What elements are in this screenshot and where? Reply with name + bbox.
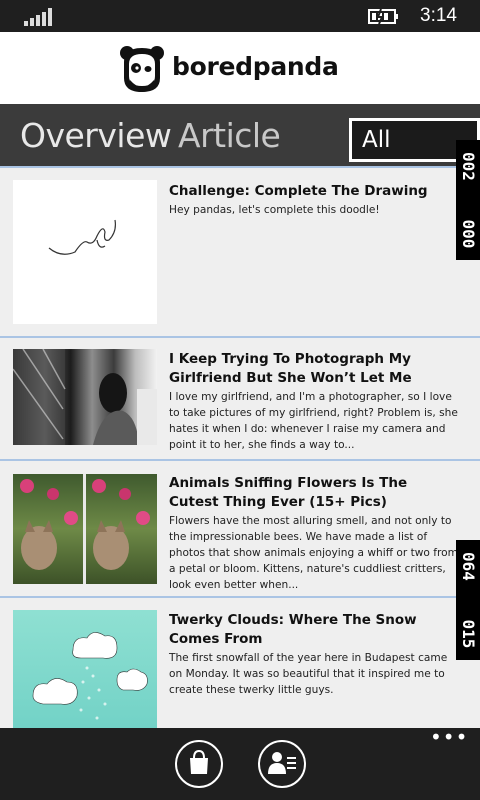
- kitten-flowers-image: [20, 474, 150, 584]
- status-clock: 3:14: [420, 5, 457, 26]
- side-counter: 064 015: [456, 540, 480, 660]
- list-item[interactable]: I Keep Trying To Photograph My Girlfrien…: [0, 336, 480, 459]
- more-options-icon[interactable]: •••: [430, 727, 467, 747]
- list-item[interactable]: Challenge: Complete The Drawing Hey pand…: [0, 166, 480, 336]
- profile-list-icon: [268, 752, 296, 774]
- item-title: I Keep Trying To Photograph My Girlfrien…: [169, 351, 412, 386]
- profile-button[interactable]: [258, 740, 306, 788]
- status-bar: 3:14: [0, 0, 480, 32]
- panda-logo-icon: [120, 46, 164, 92]
- battery-charging-icon: [368, 8, 398, 25]
- tab-article[interactable]: Article: [178, 116, 281, 155]
- article-list: Challenge: Complete The Drawing Hey pand…: [0, 166, 480, 728]
- photo-thumbnail: [13, 349, 157, 445]
- item-title: Animals Sniffing Flowers Is The Cutest T…: [169, 475, 408, 510]
- brand-name: boredpanda: [172, 52, 339, 81]
- counter-bottom-value: 000: [459, 219, 478, 249]
- item-title: Challenge: Complete The Drawing: [169, 183, 428, 199]
- app-screen: 3:14 boredpanda Overview Article All Cha…: [0, 0, 480, 800]
- list-item[interactable]: Animals Sniffing Flowers Is The Cutest T…: [0, 459, 480, 596]
- store-button[interactable]: [175, 740, 223, 788]
- item-title: Twerky Clouds: Where The Snow Comes From: [169, 612, 417, 647]
- counter-top-value: 064: [459, 551, 478, 581]
- signal-strength-icon: [24, 8, 54, 26]
- pivot-header: Overview Article All: [0, 104, 480, 166]
- item-body: The first snowfall of the year here in B…: [169, 652, 448, 696]
- counter-top-value: 002: [459, 151, 478, 181]
- list-item[interactable]: Twerky Clouds: Where The Snow Comes From…: [0, 596, 480, 728]
- item-body: I love my girlfriend, and I'm a photogra…: [169, 391, 458, 451]
- brand-header: boredpanda: [0, 32, 480, 104]
- shopping-bag-icon: [190, 749, 208, 774]
- app-bar: •••: [0, 727, 480, 800]
- girlfriend-photo-image: [13, 349, 157, 445]
- tab-overview[interactable]: Overview: [20, 116, 172, 155]
- twerky-clouds-image: [32, 632, 148, 720]
- counter-bottom-value: 015: [459, 619, 478, 649]
- kitten-thumbnail: [13, 474, 157, 584]
- clouds-thumbnail: [13, 610, 157, 728]
- side-counter: 002 000: [456, 140, 480, 260]
- item-body: Hey pandas, let's complete this doodle!: [169, 204, 380, 216]
- doodle-image: [48, 219, 116, 255]
- item-body: Flowers have the most alluring smell, an…: [169, 515, 458, 591]
- doodle-thumbnail: [13, 180, 157, 324]
